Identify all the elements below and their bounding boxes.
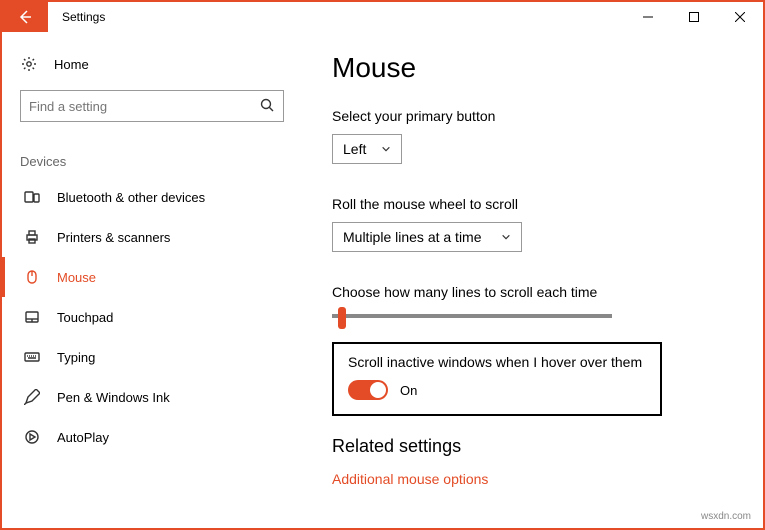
sidebar-item-label: Pen & Windows Ink [57, 390, 170, 405]
printer-icon [23, 229, 41, 245]
sidebar-item-label: Typing [57, 350, 95, 365]
search-input[interactable] [29, 99, 259, 114]
window-title: Settings [48, 2, 119, 32]
dropdown-value: Left [343, 141, 366, 157]
sidebar-item-label: Mouse [57, 270, 96, 285]
sidebar-item-touchpad[interactable]: Touchpad [2, 297, 302, 337]
primary-button-label: Select your primary button [332, 108, 733, 124]
sidebar-item-label: Printers & scanners [57, 230, 170, 245]
watermark: wsxdn.com [701, 511, 751, 522]
sidebar-item-printers[interactable]: Printers & scanners [2, 217, 302, 257]
scroll-inactive-section: Scroll inactive windows when I hover ove… [332, 342, 662, 416]
devices-icon [23, 189, 41, 205]
scroll-inactive-label: Scroll inactive windows when I hover ove… [348, 354, 646, 370]
maximize-button[interactable] [671, 2, 717, 32]
sidebar-item-pen[interactable]: Pen & Windows Ink [2, 377, 302, 417]
touchpad-icon [23, 309, 41, 325]
sidebar-item-autoplay[interactable]: AutoPlay [2, 417, 302, 457]
window-controls [625, 2, 763, 32]
sidebar-item-typing[interactable]: Typing [2, 337, 302, 377]
related-heading: Related settings [332, 436, 733, 457]
sidebar: Home Devices Bluetooth & other devices P… [2, 32, 302, 528]
slider-thumb[interactable] [338, 307, 346, 329]
sidebar-item-label: Bluetooth & other devices [57, 190, 205, 205]
lines-slider[interactable] [332, 314, 612, 318]
dropdown-value: Multiple lines at a time [343, 229, 482, 245]
toggle-state: On [400, 383, 417, 398]
toggle-knob [370, 382, 386, 398]
sidebar-item-bluetooth[interactable]: Bluetooth & other devices [2, 177, 302, 217]
chevron-down-icon [381, 141, 391, 157]
sidebar-section-label: Devices [2, 132, 302, 177]
sidebar-item-label: Touchpad [57, 310, 113, 325]
sidebar-item-label: AutoPlay [57, 430, 109, 445]
search-box[interactable] [20, 90, 284, 122]
search-icon [259, 97, 275, 116]
gear-icon [20, 56, 38, 72]
mouse-icon [23, 269, 41, 285]
minimize-button[interactable] [625, 2, 671, 32]
back-arrow-icon [17, 9, 33, 25]
home-nav[interactable]: Home [2, 48, 302, 80]
close-button[interactable] [717, 2, 763, 32]
autoplay-icon [23, 429, 41, 445]
titlebar: Settings [2, 2, 763, 32]
chevron-down-icon [501, 229, 511, 245]
home-label: Home [54, 57, 89, 72]
settings-window: Settings Home Devices [0, 0, 765, 530]
wheel-dropdown[interactable]: Multiple lines at a time [332, 222, 522, 252]
lines-label: Choose how many lines to scroll each tim… [332, 284, 733, 300]
back-button[interactable] [2, 2, 48, 32]
primary-button-dropdown[interactable]: Left [332, 134, 402, 164]
main-panel: Mouse Select your primary button Left Ro… [302, 32, 763, 528]
additional-mouse-options-link[interactable]: Additional mouse options [332, 471, 733, 487]
sidebar-item-mouse[interactable]: Mouse [2, 257, 302, 297]
keyboard-icon [23, 349, 41, 365]
wheel-label: Roll the mouse wheel to scroll [332, 196, 733, 212]
scroll-inactive-toggle[interactable] [348, 380, 388, 400]
pen-icon [23, 389, 41, 405]
page-heading: Mouse [332, 52, 733, 84]
